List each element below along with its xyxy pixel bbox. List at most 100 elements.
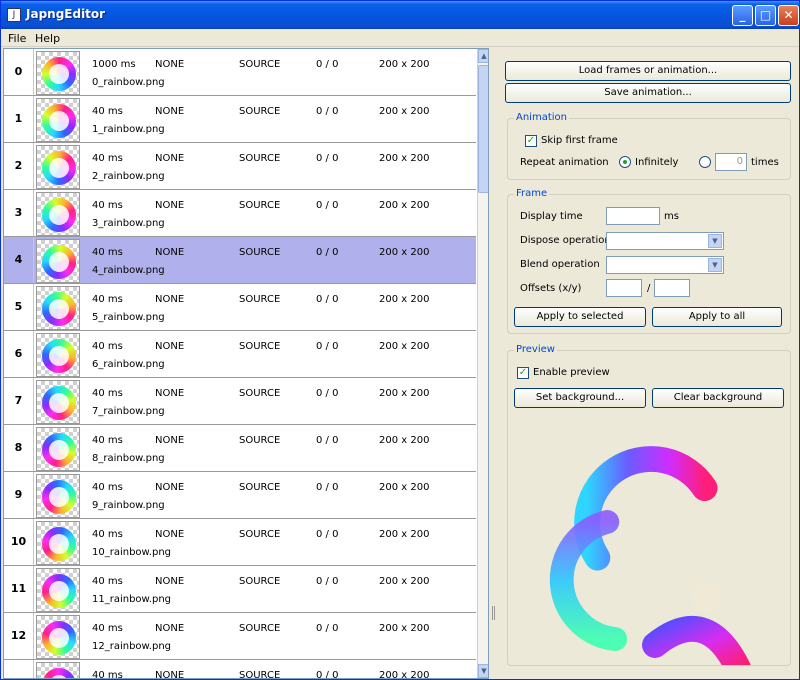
- frame-dispose: NONE: [155, 576, 185, 587]
- maximize-button[interactable]: □: [755, 5, 776, 26]
- frame-thumbnail: [35, 520, 83, 568]
- dispose-combo[interactable]: ▼: [606, 232, 724, 250]
- frame-row[interactable]: 0 1000 ms NONE SOURCE 0 / 0 200 x 200 0_rainbo…: [4, 49, 476, 96]
- frame-list[interactable]: 0 1000 ms NONE SOURCE 0 / 0 200 x 200 0_rainbo…: [3, 48, 489, 679]
- frame-time: 40 ms: [92, 106, 123, 117]
- frame-row[interactable]: 6 40 ms NONE SOURCE 0 / 0 200 x 200 6_rainbow.…: [4, 331, 476, 380]
- rainbow-ring-icon: [40, 572, 78, 610]
- rainbow-ring-icon: [40, 243, 78, 281]
- apply-all-button[interactable]: Apply to all: [652, 307, 782, 327]
- apply-selected-button[interactable]: Apply to selected: [514, 307, 646, 327]
- frame-thumbnail: [36, 192, 81, 237]
- title-bar[interactable]: J JapngEditor _ □ ✕: [1, 1, 799, 29]
- preview-arc-left: [549, 509, 628, 651]
- frame-size: 200 x 200: [379, 576, 430, 587]
- frame-dispose: NONE: [155, 482, 185, 493]
- ms-label: ms: [664, 211, 679, 222]
- frame-blend: SOURCE: [239, 106, 281, 117]
- frame-row[interactable]: 7 40 ms NONE SOURCE 0 / 0 200 x 200 7_rainbow.…: [4, 378, 476, 425]
- frame-size: 200 x 200: [379, 59, 430, 70]
- frame-size: 200 x 200: [379, 623, 430, 634]
- frame-dispose: NONE: [155, 435, 185, 446]
- scroll-thumb[interactable]: [478, 65, 488, 193]
- frame-blend: SOURCE: [239, 59, 281, 70]
- frame-filename: 7_rainbow.png: [92, 406, 165, 417]
- save-button[interactable]: Save animation...: [505, 83, 791, 103]
- frame-row[interactable]: 3 40 ms NONE SOURCE 0 / 0 200 x 200 3_rainbow.…: [4, 190, 476, 237]
- frame-index: 10: [4, 519, 34, 565]
- frame-offsets: 0 / 0: [316, 623, 339, 634]
- frame-time: 40 ms: [92, 529, 123, 540]
- dispose-dropdown-arrow-icon[interactable]: ▼: [708, 234, 722, 248]
- frame-time: 1000 ms: [92, 59, 136, 70]
- frame-row[interactable]: 40 ms NONE SOURCE 0 / 0 200 x 200: [4, 660, 476, 679]
- frame-group: Frame Display time ms Dispose operation …: [507, 188, 791, 334]
- frame-blend: SOURCE: [239, 529, 281, 540]
- frame-row[interactable]: 12 40 ms NONE SOURCE 0 / 0 200 x 200 12_rainbo…: [4, 613, 476, 660]
- scroll-down-arrow-icon[interactable]: ▼: [478, 664, 488, 678]
- frame-thumbnail: [36, 380, 80, 424]
- frame-index: 9: [4, 472, 34, 518]
- window-title: JapngEditor: [26, 7, 106, 21]
- menu-bar: File Help: [1, 29, 799, 47]
- frame-time: 40 ms: [92, 294, 123, 305]
- split-divider[interactable]: [490, 48, 498, 679]
- frame-time: 40 ms: [92, 153, 123, 164]
- repeat-times-radio[interactable]: [699, 156, 711, 168]
- offset-x-input[interactable]: [606, 279, 642, 297]
- app-icon: J: [7, 8, 21, 22]
- frame-list-scrollbar[interactable]: ▲ ▼: [477, 49, 488, 678]
- frame-index: [4, 660, 34, 678]
- frame-offsets: 0 / 0: [316, 294, 339, 305]
- frame-filename: 1_rainbow.png: [92, 124, 165, 135]
- preview-faded-blob: [690, 581, 723, 614]
- frame-row[interactable]: 1 40 ms NONE SOURCE 0 / 0 200 x 200 1_rainbow.…: [4, 96, 476, 144]
- repeat-times-field[interactable]: 0: [715, 153, 747, 171]
- rainbow-ring-icon: [34, 660, 84, 678]
- frame-index: 8: [4, 425, 34, 471]
- frame-index: 12: [4, 613, 34, 659]
- blend-dropdown-arrow-icon[interactable]: ▼: [708, 258, 722, 272]
- close-button[interactable]: ✕: [778, 5, 799, 26]
- frame-dispose: NONE: [155, 106, 185, 117]
- frame-filename: 5_rainbow.png: [92, 312, 165, 323]
- repeat-infinitely-radio[interactable]: [619, 156, 631, 168]
- menu-file[interactable]: File: [8, 32, 26, 45]
- frame-size: 200 x 200: [379, 670, 430, 679]
- frame-time: 40 ms: [92, 670, 123, 679]
- rainbow-ring-icon: [35, 473, 83, 521]
- frame-thumbnail: [36, 427, 80, 471]
- frame-size: 200 x 200: [379, 341, 430, 352]
- display-time-input[interactable]: [606, 207, 660, 225]
- blend-label: Blend operation: [520, 259, 600, 270]
- times-label: times: [751, 157, 779, 168]
- frame-row[interactable]: 9 40 ms NONE SOURCE 0 / 0 200 x 200 9_rainbow.…: [4, 472, 476, 521]
- frame-row[interactable]: 10 40 ms NONE SOURCE 0 / 0 200 x 200 10_rainbo…: [4, 519, 476, 568]
- frame-row[interactable]: 4 40 ms NONE SOURCE 0 / 0 200 x 200 4_rainbow.…: [4, 237, 476, 284]
- rainbow-ring-icon: [35, 285, 83, 333]
- frame-offsets: 0 / 0: [316, 529, 339, 540]
- frame-dispose: NONE: [155, 341, 185, 352]
- frame-filename: 10_rainbow.png: [92, 547, 172, 558]
- animation-legend: Animation: [514, 112, 569, 123]
- offset-y-input[interactable]: [654, 279, 690, 297]
- frame-size: 200 x 200: [379, 153, 430, 164]
- splitter-grip-icon[interactable]: [492, 606, 495, 620]
- minimize-button[interactable]: _: [732, 5, 753, 26]
- skip-first-frame-checkbox[interactable]: ✓: [525, 135, 537, 147]
- frame-index: 6: [4, 331, 34, 377]
- frame-row[interactable]: 2 40 ms NONE SOURCE 0 / 0 200 x 200 2_rainbow.…: [4, 143, 476, 193]
- frame-blend: SOURCE: [239, 482, 281, 493]
- frame-dispose: NONE: [155, 294, 185, 305]
- frame-thumbnail: [36, 51, 80, 95]
- frame-row[interactable]: 8 40 ms NONE SOURCE 0 / 0 200 x 200 8_rainbow.…: [4, 425, 476, 472]
- frame-row[interactable]: 11 40 ms NONE SOURCE 0 / 0 200 x 200 11_rainbo…: [4, 566, 476, 613]
- blend-combo[interactable]: ▼: [606, 256, 724, 274]
- frame-row[interactable]: 5 40 ms NONE SOURCE 0 / 0 200 x 200 5_rainbow.…: [4, 284, 476, 333]
- frame-blend: SOURCE: [239, 576, 281, 587]
- scroll-up-arrow-icon[interactable]: ▲: [478, 49, 488, 63]
- frame-filename: 11_rainbow.png: [92, 594, 172, 605]
- frame-dispose: NONE: [155, 200, 185, 211]
- load-button[interactable]: Load frames or animation...: [505, 61, 791, 81]
- menu-help[interactable]: Help: [35, 32, 60, 45]
